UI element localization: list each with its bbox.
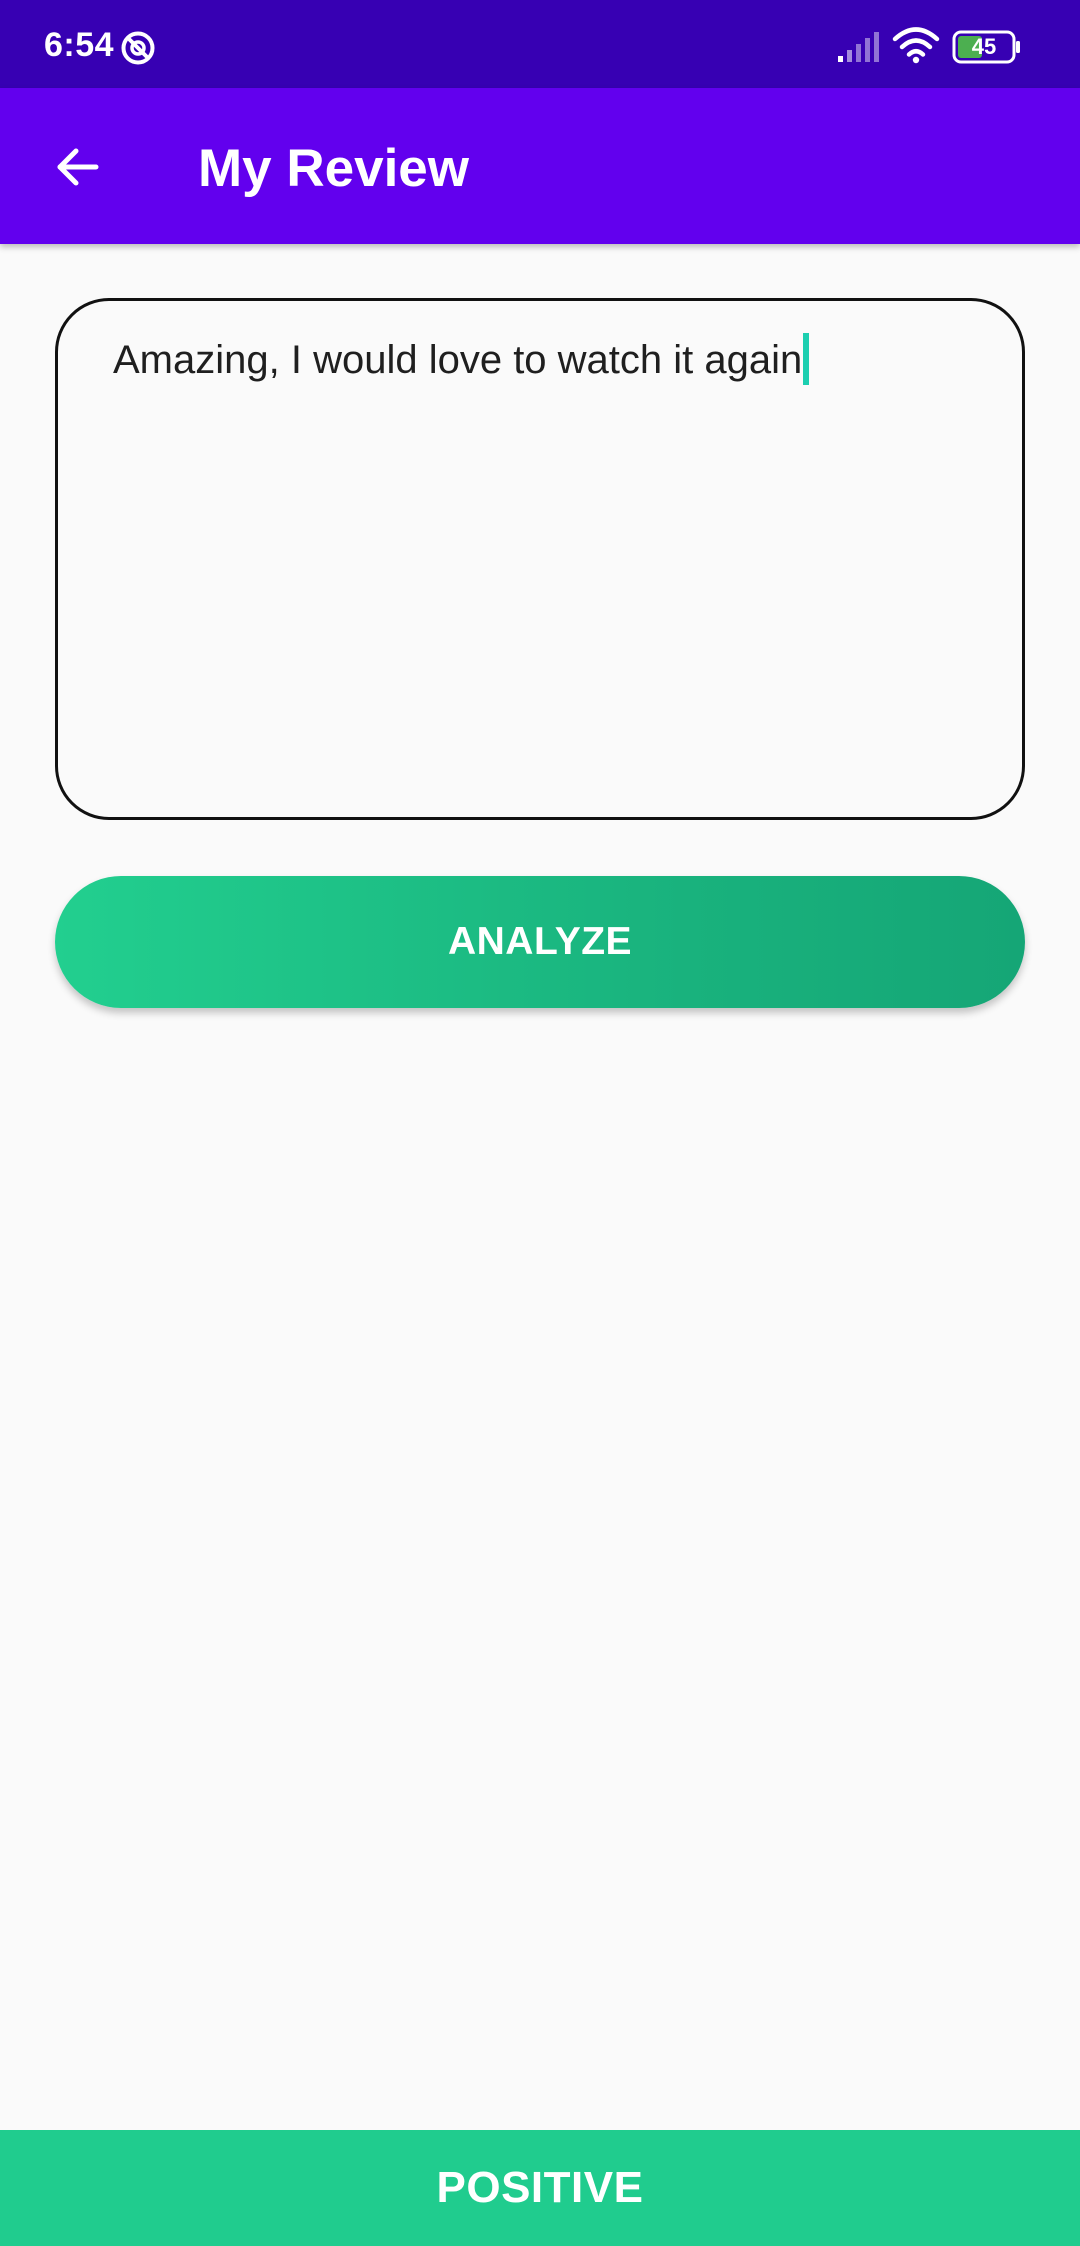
battery-level: 45 [971,34,997,59]
arrow-left-icon [57,148,99,186]
review-input-value: Amazing, I would love to watch it again [113,338,803,382]
app-bar: My Review [0,88,1080,244]
text-cursor [803,333,810,385]
wifi-icon [892,27,940,64]
do-not-disturb-icon [121,31,155,65]
sentiment-result-label: POSITIVE [436,2163,644,2212]
back-button[interactable] [40,130,114,204]
status-bar: 6:54 45 [0,0,1080,88]
signal-icon [838,32,879,62]
result-bar: POSITIVE [0,2130,1080,2246]
analyze-button[interactable]: ANALYZE [55,876,1025,1008]
page-title: My Review [198,139,470,198]
status-time: 6:54 [44,26,115,64]
analyze-button-label: ANALYZE [447,920,633,963]
review-input[interactable]: Amazing, I would love to watch it again [55,298,1025,820]
review-text-wrapper: Amazing, I would love to watch it again [113,333,810,385]
